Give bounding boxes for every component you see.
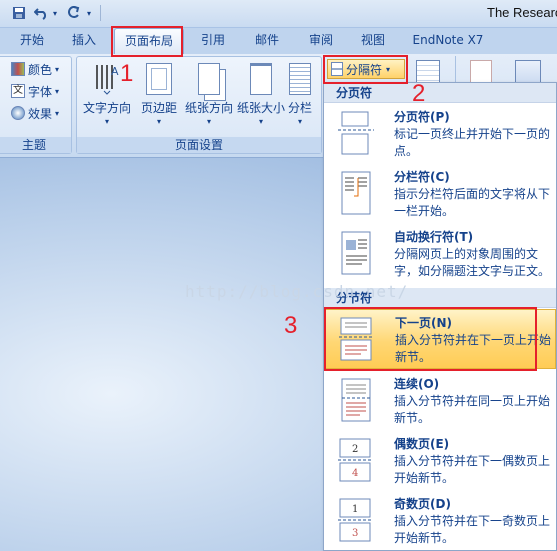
- columns-button[interactable]: 分栏 ▾: [279, 59, 321, 139]
- orientation-button[interactable]: 纸张方向 ▾: [183, 59, 235, 139]
- tab-home[interactable]: 开始: [8, 28, 56, 54]
- theme-fonts-button[interactable]: 文 字体 ▾: [11, 81, 59, 101]
- annotation-box-next-page: [324, 307, 537, 371]
- columns-label: 分栏: [287, 101, 312, 115]
- tab-view[interactable]: 视图: [350, 28, 396, 54]
- tab-mailings[interactable]: 邮件: [244, 28, 290, 54]
- title-bar: ▾ ▾ The Research: [0, 0, 557, 28]
- menu-item-odd-page[interactable]: 13 奇数页(D) 插入分节符并在下一奇数页上开始新节。: [324, 491, 556, 551]
- chevron-down-icon: ▾: [104, 117, 109, 126]
- themes-group: 颜色 ▾ 文 字体 ▾ 效果 ▾ 主题: [0, 56, 72, 154]
- menu-item-page-break[interactable]: 分页符(P) 标记一页终止并开始下一页的点。: [324, 104, 556, 164]
- font-icon: 文: [11, 84, 25, 98]
- menu-item-description: 标记一页终止并开始下一页的点。: [394, 127, 551, 158]
- effects-icon: [11, 106, 25, 120]
- theme-fonts-label: 字体: [28, 84, 53, 99]
- window-title: The Research: [487, 5, 557, 20]
- tab-insert[interactable]: 插入: [60, 28, 108, 54]
- continuous-icon: [336, 377, 376, 423]
- redo-icon[interactable]: [64, 4, 82, 22]
- menu-item-description: 分隔网页上的对象周围的文字，如分隔题注文字与正文。: [394, 247, 551, 278]
- chevron-down-icon: ▾: [156, 117, 161, 126]
- theme-effects-label: 效果: [28, 106, 53, 121]
- theme-colors-label: 颜色: [28, 62, 53, 77]
- annotation-number-2: 2: [412, 80, 426, 107]
- save-icon[interactable]: [10, 4, 28, 22]
- page-setup-group: A 文字方向 ▾ 页边距 ▾ 纸张方向 ▾ 纸张大小 ▾ 分栏 ▾ 页面设置: [76, 56, 322, 154]
- theme-colors-button[interactable]: 颜色 ▾: [11, 59, 59, 79]
- page-size-icon: [250, 63, 272, 95]
- svg-text:1: 1: [352, 504, 358, 515]
- menu-item-description: 插入分节符并在下一偶数页上开始新节。: [394, 454, 551, 485]
- menu-item-column-break[interactable]: 分栏符(C) 指示分栏符后面的文字将从下一栏开始。: [324, 164, 556, 224]
- annotation-box-breaks: [323, 55, 408, 84]
- ribbon-tabs: 开始 插入 页面布局 引用 邮件 审阅 视图 EndNote X7: [0, 28, 557, 54]
- margins-icon: [146, 63, 172, 95]
- undo-dropdown-icon[interactable]: ▾: [50, 4, 60, 22]
- themes-group-label: 主题: [0, 137, 71, 153]
- qat-separator: [100, 5, 101, 21]
- menu-item-title: 分栏符(C): [394, 170, 450, 184]
- menu-item-description: 插入分节符并在下一奇数页上开始新节。: [394, 514, 551, 545]
- theme-effects-button[interactable]: 效果 ▾: [11, 103, 59, 123]
- chevron-down-icon: ▾: [55, 86, 60, 96]
- menu-item-title: 偶数页(E): [394, 437, 450, 451]
- menu-item-title: 连续(O): [394, 377, 440, 391]
- orientation-icon: [198, 63, 220, 95]
- odd-page-icon: 13: [336, 497, 376, 543]
- annotation-number-1: 1: [120, 60, 134, 87]
- page-setup-group-label: 页面设置: [77, 137, 321, 153]
- menu-item-title: 自动换行符(T): [394, 230, 474, 244]
- column-break-icon: [336, 170, 376, 216]
- chevron-down-icon: ▾: [206, 117, 211, 126]
- menu-item-description: 指示分栏符后面的文字将从下一栏开始。: [394, 187, 551, 218]
- menu-item-title: 分页符(P): [394, 110, 450, 124]
- page-breaks-header: 分页符: [324, 83, 556, 103]
- page-break-icon: [336, 110, 376, 156]
- palette-icon: [11, 62, 25, 76]
- watermark-text: http://blog.csdn.net/: [185, 282, 409, 301]
- tab-endnote[interactable]: EndNote X7: [404, 28, 492, 54]
- menu-item-title: 奇数页(D): [394, 497, 451, 511]
- menu-item-even-page[interactable]: 24 偶数页(E) 插入分节符并在下一偶数页上开始新节。: [324, 431, 556, 491]
- chevron-down-icon: ▾: [297, 117, 302, 126]
- even-page-icon: 24: [336, 437, 376, 483]
- columns-icon: [289, 63, 311, 95]
- annotation-number-3: 3: [284, 312, 298, 339]
- svg-text:2: 2: [352, 444, 358, 455]
- menu-item-description: 插入分节符并在同一页上开始新节。: [394, 394, 551, 425]
- svg-text:3: 3: [352, 528, 358, 539]
- svg-text:4: 4: [352, 468, 358, 479]
- chevron-down-icon: ▾: [55, 108, 60, 118]
- tab-review[interactable]: 审阅: [298, 28, 344, 54]
- tab-references[interactable]: 引用: [190, 28, 236, 54]
- chevron-down-icon: ▾: [55, 64, 60, 74]
- svg-text:A: A: [111, 65, 119, 78]
- undo-icon[interactable]: [32, 4, 50, 22]
- customize-qat-icon[interactable]: ▾: [84, 4, 94, 22]
- text-direction-icon: A: [94, 63, 120, 95]
- menu-item-continuous[interactable]: 连续(O) 插入分节符并在同一页上开始新节。: [324, 371, 556, 431]
- menu-item-text-wrapping-break[interactable]: 自动换行符(T) 分隔网页上的对象周围的文字，如分隔题注文字与正文。: [324, 224, 556, 284]
- text-wrapping-break-icon: [336, 230, 376, 276]
- annotation-box-page-layout: [111, 26, 183, 57]
